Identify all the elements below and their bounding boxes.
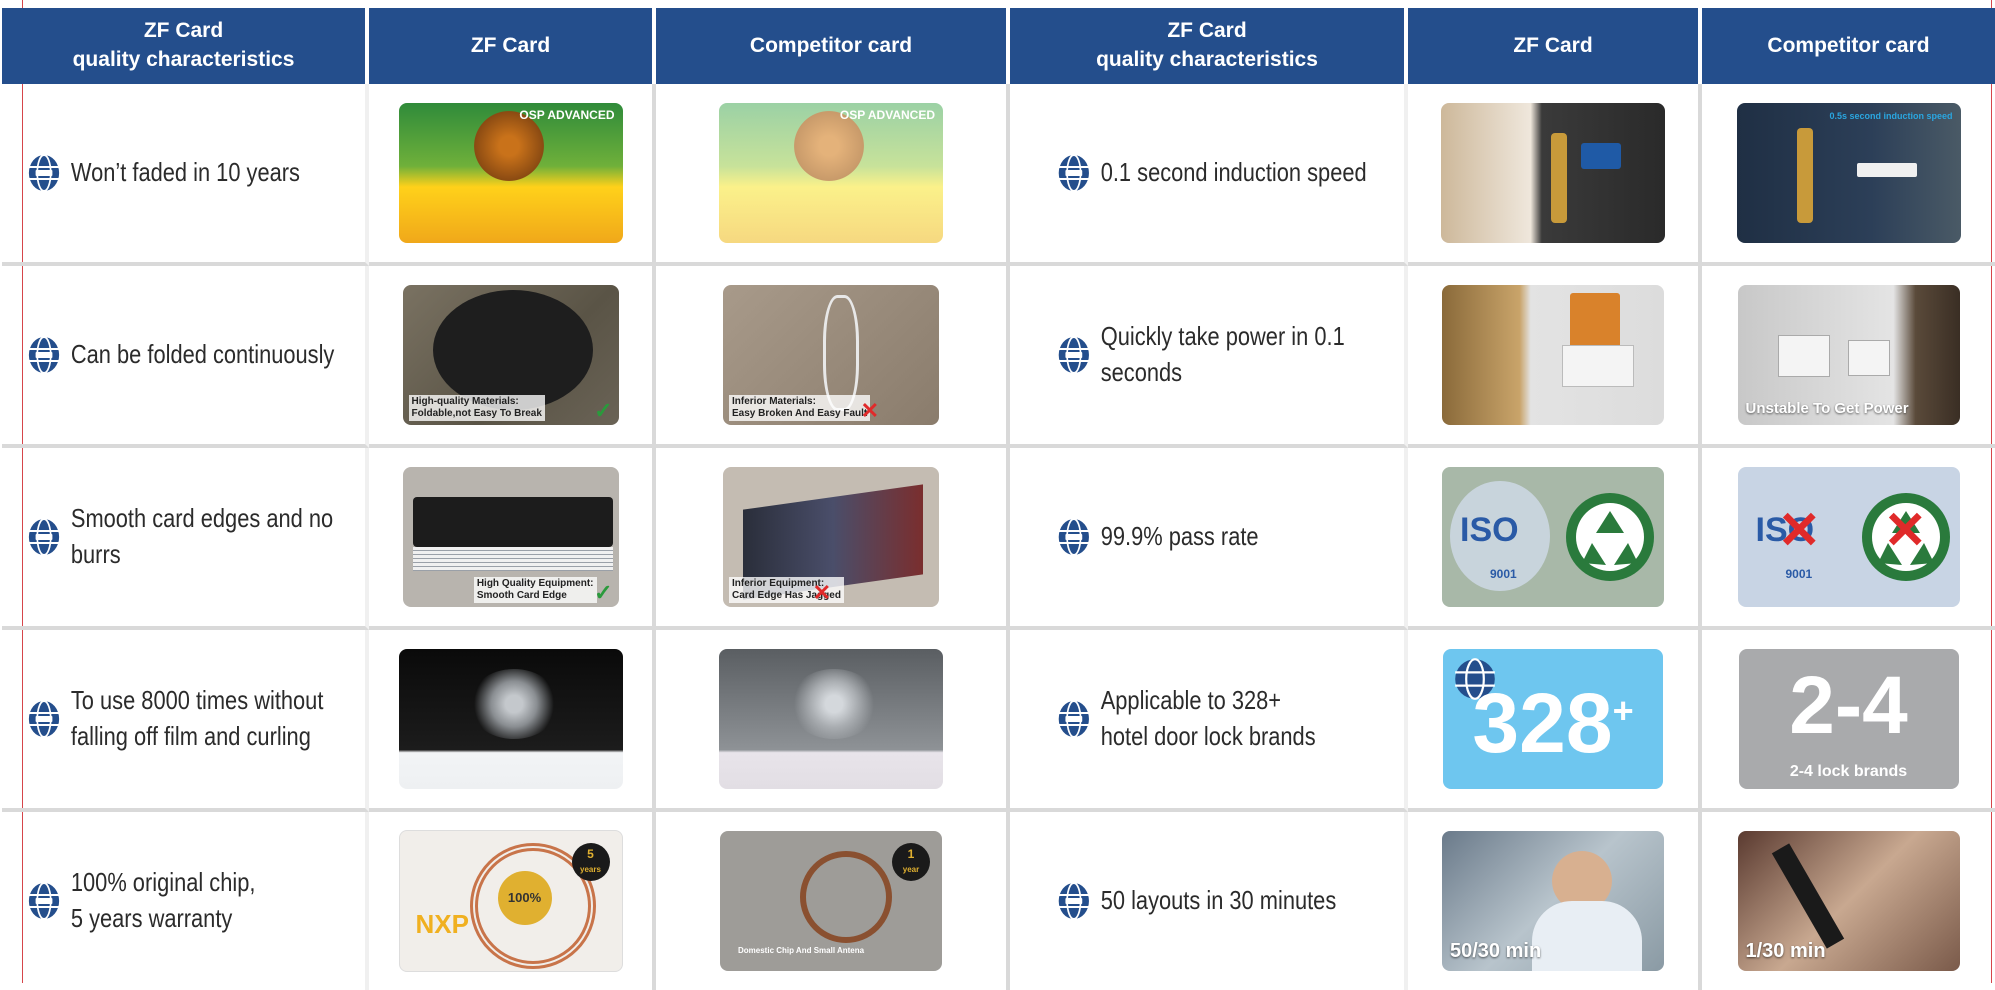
cross-icon: ✕ [1777, 502, 1822, 560]
globe-logo-icon [1058, 882, 1089, 920]
hotel-door-lock-image [1441, 103, 1665, 243]
competitor-power-switch-image: Unstable To Get Power [1737, 285, 1960, 425]
pen-drawing-photo: 1/30 min [1737, 831, 1960, 971]
header-quality-left: ZF Card quality characteristics [2, 8, 369, 84]
brands-328-graphic: 328+ [1443, 649, 1663, 789]
globe-logo-icon [28, 518, 60, 556]
comparison-table: ZF Card quality characteristics ZF Card C… [2, 8, 1995, 990]
globe-logo-icon [1058, 336, 1089, 374]
table-row: Smooth card edges and no burrs High Quali… [2, 448, 1995, 630]
folded-card-image: High-quality Materials: Foldable,not Easy… [402, 285, 619, 425]
header-zf-left: ZF Card [369, 8, 656, 84]
feature-right: 0.1 second induction speed [1010, 153, 1448, 193]
warranty-badge: 5 years [571, 843, 610, 881]
table-row: To use 8000 times without falling off fil… [2, 630, 1995, 812]
cross-icon: ✕ [860, 398, 879, 423]
broken-card-image: Inferior Materials: Easy Broken And Easy … [723, 285, 939, 425]
iso-recycle-certificate-image: ISO 9001 [1442, 467, 1664, 607]
table-row: Can be folded continuously High-quality … [2, 266, 1995, 448]
globe-logo-icon [1058, 700, 1089, 738]
brands-2-4-graphic: 2-4 2-4 lock brands [1738, 649, 1959, 789]
feature-left: 100% original chip, 5 years warranty [2, 865, 387, 937]
cross-icon: ✕ [1883, 502, 1928, 560]
header-competitor-right: Competitor card [1702, 8, 1995, 84]
domestic-chip-card-image: 1 year Domestic Chip And Small Antena [720, 831, 942, 971]
designers-photo: 50/30 min [1442, 831, 1664, 971]
card-stack-image: High Quality Equipment: Smooth Card Edge … [402, 467, 619, 607]
globe-logo-icon [28, 336, 60, 374]
fake-iso-recycle-image: ISO 9001 ✕ ✕ [1737, 467, 1960, 607]
warranty-badge: 1 year [892, 843, 930, 881]
header-zf-right: ZF Card [1408, 8, 1702, 84]
butterfly-card-image: OSP ADVANCED [398, 103, 623, 243]
recycle-icon [1566, 493, 1654, 581]
globe-logo-icon [1058, 518, 1089, 556]
globe-logo-icon [28, 882, 60, 920]
feature-left: To use 8000 times without falling off fil… [2, 683, 387, 755]
header-row: ZF Card quality characteristics ZF Card C… [2, 8, 1995, 84]
globe-logo-icon [28, 154, 60, 192]
table-row: Won’t faded in 10 years OSP ADVANCED OSP… [2, 84, 1995, 266]
splash-card-image [398, 649, 623, 789]
nxp-logo: NXP [415, 909, 469, 939]
feature-right: Applicable to 328+ hotel door lock brands [1010, 683, 1448, 755]
table-row: 100% original chip, 5 years warranty 100%… [2, 812, 1995, 990]
faded-splash-card-image [719, 649, 943, 789]
competitor-door-lock-image: 0.5s second induction speed [1736, 103, 1961, 243]
cross-icon: ✕ [812, 580, 831, 605]
header-competitor-left: Competitor card [656, 8, 1010, 84]
power-switch-image [1442, 285, 1664, 425]
nxp-chip-card-image: 100% 5 years NXP [398, 830, 623, 972]
feature-right: 99.9% pass rate [1010, 517, 1448, 557]
globe-logo-icon [1058, 154, 1089, 192]
feature-right: 50 layouts in 30 minutes [1010, 881, 1448, 921]
iso-logo: ISO [1460, 511, 1519, 549]
check-icon: ✓ [594, 580, 613, 605]
check-icon: ✓ [594, 398, 613, 423]
faded-butterfly-card-image: OSP ADVANCED [719, 103, 943, 243]
feature-left: Won’t faded in 10 years [2, 153, 387, 193]
feature-left: Smooth card edges and no burrs [2, 501, 387, 573]
100-percent-badge: 100% [497, 871, 552, 925]
header-quality-right: ZF Card quality characteristics [1010, 8, 1408, 84]
jagged-edge-card-image: Inferior Equipment: Card Edge Has Jagged … [723, 467, 939, 607]
feature-left: Can be folded continuously [2, 335, 387, 375]
globe-logo-icon [28, 700, 60, 738]
feature-right: Quickly take power in 0.1 seconds [1010, 319, 1448, 391]
